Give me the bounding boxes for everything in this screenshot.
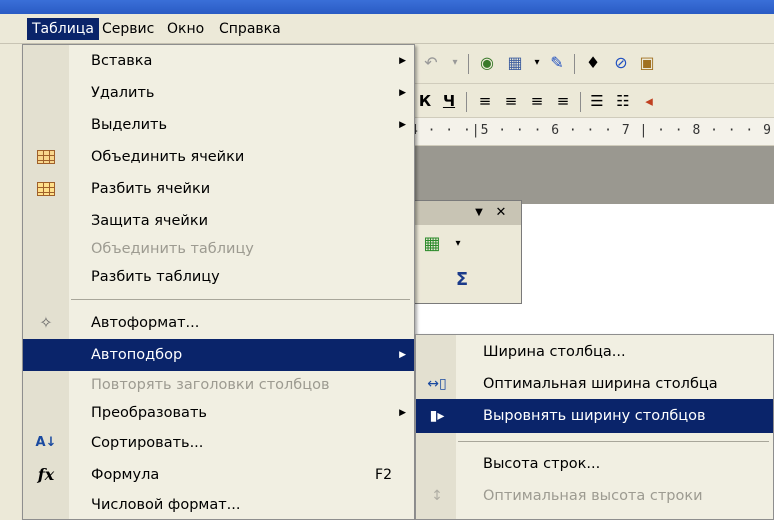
bold-button[interactable]: К <box>414 90 436 112</box>
submenu-arrow-icon: ▶ <box>399 120 406 130</box>
toolbar-separator <box>580 92 581 112</box>
submenu-item-label: Выровнять ширину столбцов <box>483 408 706 424</box>
menu-table-label: Таблица <box>32 21 94 37</box>
equalize-columns-icon: ▮▸ <box>429 408 445 424</box>
menu-item-merge-cells[interactable]: Объединить ячейки <box>23 141 414 173</box>
hyperlink-icon[interactable]: ⊘ <box>610 52 632 74</box>
menu-item-label: Объединить ячейки <box>91 149 245 165</box>
menu-table[interactable]: Таблица <box>27 18 99 40</box>
sort-icon: A↓ <box>35 435 57 450</box>
menu-item-convert[interactable]: Преобразовать ▶ <box>23 397 414 429</box>
menu-window[interactable]: Окно <box>162 18 209 40</box>
table-dropdown-icon[interactable]: ▾ <box>526 52 548 74</box>
table-icon[interactable]: ▦ <box>504 52 526 74</box>
menu-item-select[interactable]: Выделить ▶ <box>23 109 414 141</box>
bullets-icon[interactable]: ☷ <box>612 90 634 112</box>
table-properties-icon[interactable]: ▦ <box>419 231 445 257</box>
menu-item-label: Вставка <box>91 53 153 69</box>
submenu-separator <box>458 441 769 442</box>
menu-window-label: Окно <box>167 21 205 37</box>
autofit-submenu: Ширина столбца... ↔▯ Оптимальная ширина … <box>415 334 774 520</box>
menu-item-insert[interactable]: Вставка ▶ <box>23 45 414 77</box>
toolbar-separator <box>468 54 469 74</box>
horizontal-ruler: 4 · · ·|5 · · · 6 · · · 7 | · · 8 · · · … <box>404 118 774 146</box>
menu-item-formula[interactable]: fx Формула F2 <box>23 459 414 491</box>
undo-icon[interactable]: ↶ <box>420 52 442 74</box>
floating-toolbar-header: ▼ ✕ <box>405 201 521 225</box>
submenu-item-optimal-column-width[interactable]: ↔▯ Оптимальная ширина столбца <box>416 367 773 401</box>
submenu-item-label: Оптимальная высота строки <box>483 488 703 504</box>
submenu-item-label: Оптимальная ширина столбца <box>483 376 718 392</box>
menu-item-number-format[interactable]: Числовой формат... <box>23 489 414 520</box>
table-menu-dropdown: Вставка ▶ Удалить ▶ Выделить ▶ Объединит… <box>22 44 415 520</box>
formatting-toolbar: К Ч ≡ ≡ ≡ ≡ ☰ ☷ ◂ <box>404 84 774 118</box>
submenu-arrow-icon: ▶ <box>399 350 406 360</box>
submenu-item-equalize-columns[interactable]: ▮▸ Выровнять ширину столбцов <box>416 399 773 433</box>
merge-cells-icon <box>35 147 57 167</box>
align-right-icon[interactable]: ≡ <box>526 90 548 112</box>
menu-item-shortcut: F2 <box>375 467 392 483</box>
dropdown-arrow-icon[interactable]: ▾ <box>444 52 466 74</box>
menu-help-label: Справка <box>219 21 281 37</box>
floating-table-toolbar: ▼ ✕ ▦ ▾ Σ <box>404 200 522 304</box>
sum-icon[interactable]: Σ <box>449 267 475 293</box>
submenu-item-label: Ширина столбца... <box>483 344 626 360</box>
submenu-item-optimal-row-height[interactable]: ↕ Оптимальная высота строки <box>416 479 773 513</box>
menu-separator <box>71 299 410 300</box>
menu-item-label: Разбить ячейки <box>91 181 211 197</box>
submenu-item-row-height[interactable]: Высота строк... <box>416 447 773 481</box>
toolbar-menu-arrow-icon[interactable]: ▼ <box>469 203 489 223</box>
menu-item-autofit[interactable]: Автоподбор ▶ <box>23 339 414 371</box>
menu-item-label: Числовой формат... <box>91 497 241 513</box>
autoformat-icon: ✧ <box>39 313 53 332</box>
table-properties-dropdown-icon[interactable]: ▾ <box>445 231 471 257</box>
menu-item-label: Автоподбор <box>91 347 183 363</box>
align-center-icon[interactable]: ≡ <box>500 90 522 112</box>
gallery-icon[interactable]: ▣ <box>636 52 658 74</box>
menu-item-label: Удалить <box>91 85 155 101</box>
menu-service[interactable]: Сервис <box>97 18 159 40</box>
submenu-arrow-icon: ▶ <box>399 88 406 98</box>
justify-icon[interactable]: ≡ <box>552 90 574 112</box>
menu-item-delete[interactable]: Удалить ▶ <box>23 77 414 109</box>
menu-item-label: Выделить <box>91 117 168 133</box>
submenu-arrow-icon: ▶ <box>399 408 406 418</box>
navigator-icon[interactable]: ◉ <box>476 52 498 74</box>
indent-icon[interactable]: ◂ <box>638 90 660 112</box>
menu-item-autoformat[interactable]: ✧ Автоформат... <box>23 307 414 339</box>
menu-item-split-table[interactable]: Разбить таблицу <box>23 261 414 293</box>
menu-help[interactable]: Справка <box>214 18 286 40</box>
menu-item-split-cells[interactable]: Разбить ячейки <box>23 173 414 205</box>
optimal-width-icon: ↔▯ <box>427 376 447 392</box>
menu-item-label: Сортировать... <box>91 435 204 451</box>
underline-button[interactable]: Ч <box>438 90 460 112</box>
find-icon[interactable]: ♦ <box>582 52 604 74</box>
submenu-item-column-width[interactable]: Ширина столбца... <box>416 335 773 369</box>
submenu-item-label: Высота строк... <box>483 456 601 472</box>
document-margin-area <box>404 146 774 204</box>
split-cells-icon <box>35 179 57 199</box>
menu-service-label: Сервис <box>102 21 155 37</box>
formula-icon: fx <box>37 465 55 484</box>
menu-item-label: Преобразовать <box>91 405 207 421</box>
menu-item-label: Автоформат... <box>91 315 200 331</box>
menu-item-label: Формула <box>91 467 160 483</box>
left-toolbar-strip <box>0 44 22 520</box>
standard-toolbar: ↶ ▾ ◉ ▦ ▾ ✎ ♦ ⊘ ▣ <box>404 44 774 84</box>
window-titlebar <box>0 0 774 14</box>
toolbar-separator <box>574 54 575 74</box>
align-left-icon[interactable]: ≡ <box>474 90 496 112</box>
menu-item-label: Разбить таблицу <box>91 269 220 285</box>
numbering-icon[interactable]: ☰ <box>586 90 608 112</box>
submenu-arrow-icon: ▶ <box>399 56 406 66</box>
draw-icon[interactable]: ✎ <box>546 52 568 74</box>
optimal-height-icon: ↕ <box>431 488 443 504</box>
ruler-ticks: 4 · · ·|5 · · · 6 · · · 7 | · · 8 · · · … <box>410 123 772 138</box>
toolbar-separator <box>466 92 467 112</box>
menubar: Таблица Сервис Окно Справка <box>0 14 774 44</box>
menu-item-sort[interactable]: A↓ Сортировать... <box>23 427 414 459</box>
close-icon[interactable]: ✕ <box>491 203 511 223</box>
